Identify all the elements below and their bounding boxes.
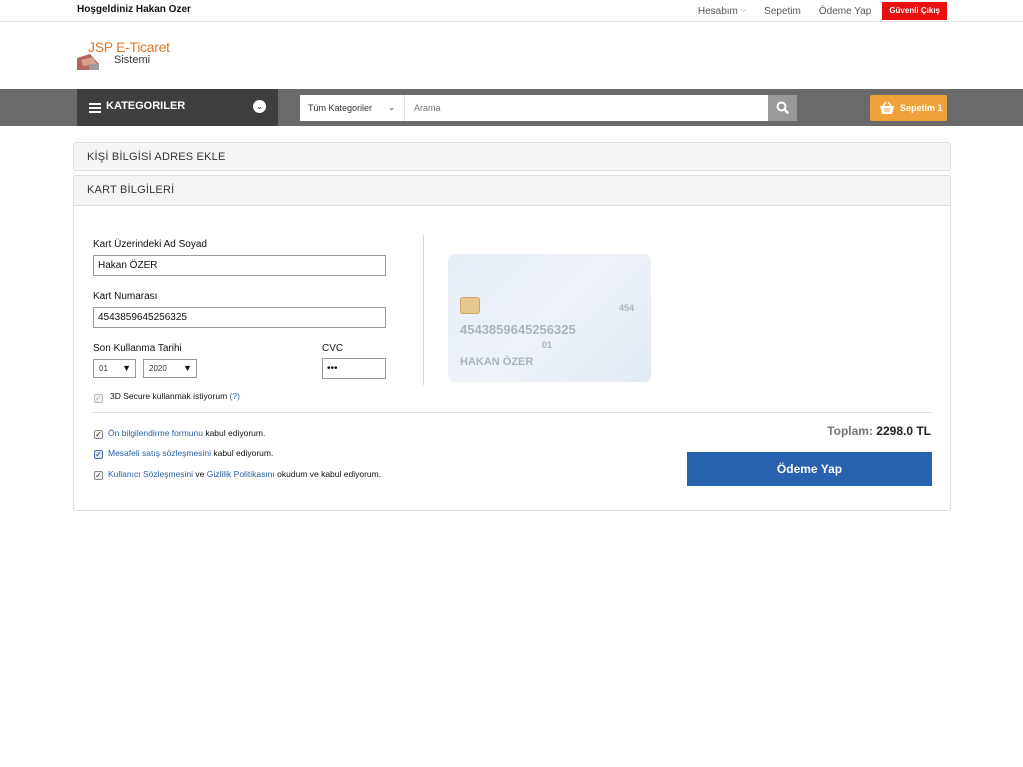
cvc-field[interactable]: ••• xyxy=(322,358,386,379)
pay-button[interactable]: Ödeme Yap xyxy=(687,452,932,486)
pre-info-checkbox[interactable]: ✓ xyxy=(94,430,103,439)
secure3d-help-link[interactable]: (?) xyxy=(230,391,240,401)
cvc-label: CVC xyxy=(322,343,344,354)
user-agreement-link[interactable]: Kullanıcı Sözleşmesini xyxy=(108,469,193,479)
address-panel[interactable]: KİŞİ BİLGİSİ ADRES EKLE xyxy=(73,142,951,171)
card-number-field[interactable]: 4543859645256325 xyxy=(93,307,386,328)
terms-connector-text: ve xyxy=(193,469,207,479)
search-category-value: Tüm Kategoriler xyxy=(308,103,373,113)
cart-button[interactable]: Sepetim 1 xyxy=(870,95,947,121)
pre-info-agreement: Ön bilgilendirme formunu kabul ediyorum. xyxy=(108,428,265,438)
expiry-month-select[interactable]: 01 ▼ xyxy=(93,359,136,378)
expiry-label: Son Kullanma Tarihi xyxy=(93,343,182,354)
card-preview-cvc: 454 xyxy=(619,303,635,313)
categories-menu[interactable]: KATEGORILER ⌄ xyxy=(77,89,278,126)
chevron-down-icon: ⌄ xyxy=(388,103,395,112)
divider xyxy=(93,412,931,413)
secure-checkout-button[interactable]: Güvenli Çıkış xyxy=(882,2,947,20)
header: JSP E-Ticaret Sistemi xyxy=(0,22,1023,89)
top-bar: Hoşgeldiniz Hakan Ozer Hesabım ⌵ Sepetim … xyxy=(0,0,1023,22)
distance-sale-text: kabul ediyorum. xyxy=(210,448,274,458)
vertical-divider xyxy=(423,235,424,385)
terms-text: okudum ve kabul ediyorum. xyxy=(274,469,382,479)
chevron-down-icon: ⌵ xyxy=(740,7,747,14)
card-name-label: Kart Üzerindeki Ad Soyad xyxy=(93,239,207,250)
secure3d-label-text: 3D Secure kullanmak istiyorum xyxy=(110,391,228,401)
card-preview: 454 4543859645256325 01 HAKAN ÖZER xyxy=(448,254,651,382)
top-links: Hesabım ⌵ Sepetim Ödeme Yap Güvenli Çıkış xyxy=(680,1,947,21)
site-logo[interactable]: JSP E-Ticaret Sistemi xyxy=(77,38,187,74)
logo-subtitle: Sistemi xyxy=(114,54,151,66)
cart-link[interactable]: Sepetim xyxy=(764,6,801,17)
welcome-text: Hoşgeldiniz Hakan Ozer xyxy=(77,4,191,15)
secure3d-checkbox[interactable]: ✓ xyxy=(94,394,103,403)
distance-sale-link[interactable]: Mesafeli satış sözleşmesini xyxy=(108,448,211,458)
card-name-field[interactable]: Hakan ÖZER xyxy=(93,255,386,276)
search-icon xyxy=(776,101,789,114)
dropdown-arrow-icon: ▼ xyxy=(122,363,131,373)
search-category-select[interactable]: Tüm Kategoriler ⌄ xyxy=(300,95,405,121)
total-value: 2298.0 TL xyxy=(876,424,931,438)
privacy-policy-link[interactable]: Gizlilik Politikasını xyxy=(207,469,275,479)
search-input[interactable] xyxy=(406,95,768,121)
expiry-month-value: 01 xyxy=(99,364,108,373)
card-chip-icon xyxy=(460,297,480,314)
logo-title: JSP E-Ticaret xyxy=(88,39,170,55)
pre-info-text: kabul ediyorum. xyxy=(202,428,266,438)
card-preview-expiry: 01 xyxy=(542,340,553,350)
account-link[interactable]: Hesabım ⌵ xyxy=(698,6,746,17)
secure3d-label: 3D Secure kullanmak istiyorum (?) xyxy=(110,391,240,401)
distance-sale-checkbox[interactable]: ✓ xyxy=(94,450,103,459)
basket-icon xyxy=(880,101,894,114)
distance-sale-agreement: Mesafeli satış sözleşmesini kabul ediyor… xyxy=(108,448,273,458)
terms-checkbox[interactable]: ✓ xyxy=(94,471,103,480)
pre-info-link[interactable]: Ön bilgilendirme formunu xyxy=(108,428,203,438)
checkout-link[interactable]: Ödeme Yap xyxy=(819,6,871,17)
card-preview-number: 4543859645256325 xyxy=(460,322,576,337)
card-preview-name: HAKAN ÖZER xyxy=(460,356,534,368)
card-panel-header: KART BİLGİLERİ xyxy=(74,176,950,206)
address-panel-title: KİŞİ BİLGİSİ ADRES EKLE xyxy=(87,151,226,163)
total-label: Toplam: xyxy=(827,424,873,438)
card-panel-title: KART BİLGİLERİ xyxy=(87,184,175,196)
order-total: Toplam: 2298.0 TL xyxy=(827,424,931,438)
card-panel: KART BİLGİLERİ Kart Üzerindeki Ad Soyad … xyxy=(73,175,951,511)
cart-button-label: Sepetim 1 xyxy=(900,103,943,113)
card-number-label: Kart Numarası xyxy=(93,291,158,302)
nav-bar: KATEGORILER ⌄ Tüm Kategoriler ⌄ Sepetim … xyxy=(0,89,1023,126)
hamburger-icon xyxy=(89,103,101,113)
expiry-year-value: 2020 xyxy=(149,364,167,373)
account-link-label: Hesabım xyxy=(697,5,738,17)
search-button[interactable] xyxy=(768,95,797,121)
dropdown-arrow-icon: ▼ xyxy=(183,363,192,373)
search-bar: Tüm Kategoriler ⌄ xyxy=(300,95,797,121)
expiry-year-select[interactable]: 2020 ▼ xyxy=(143,359,197,378)
categories-label: KATEGORILER xyxy=(106,100,186,112)
terms-agreement: Kullanıcı Sözleşmesini ve Gizlilik Polit… xyxy=(108,469,381,479)
chevron-down-circle-icon: ⌄ xyxy=(253,100,266,113)
